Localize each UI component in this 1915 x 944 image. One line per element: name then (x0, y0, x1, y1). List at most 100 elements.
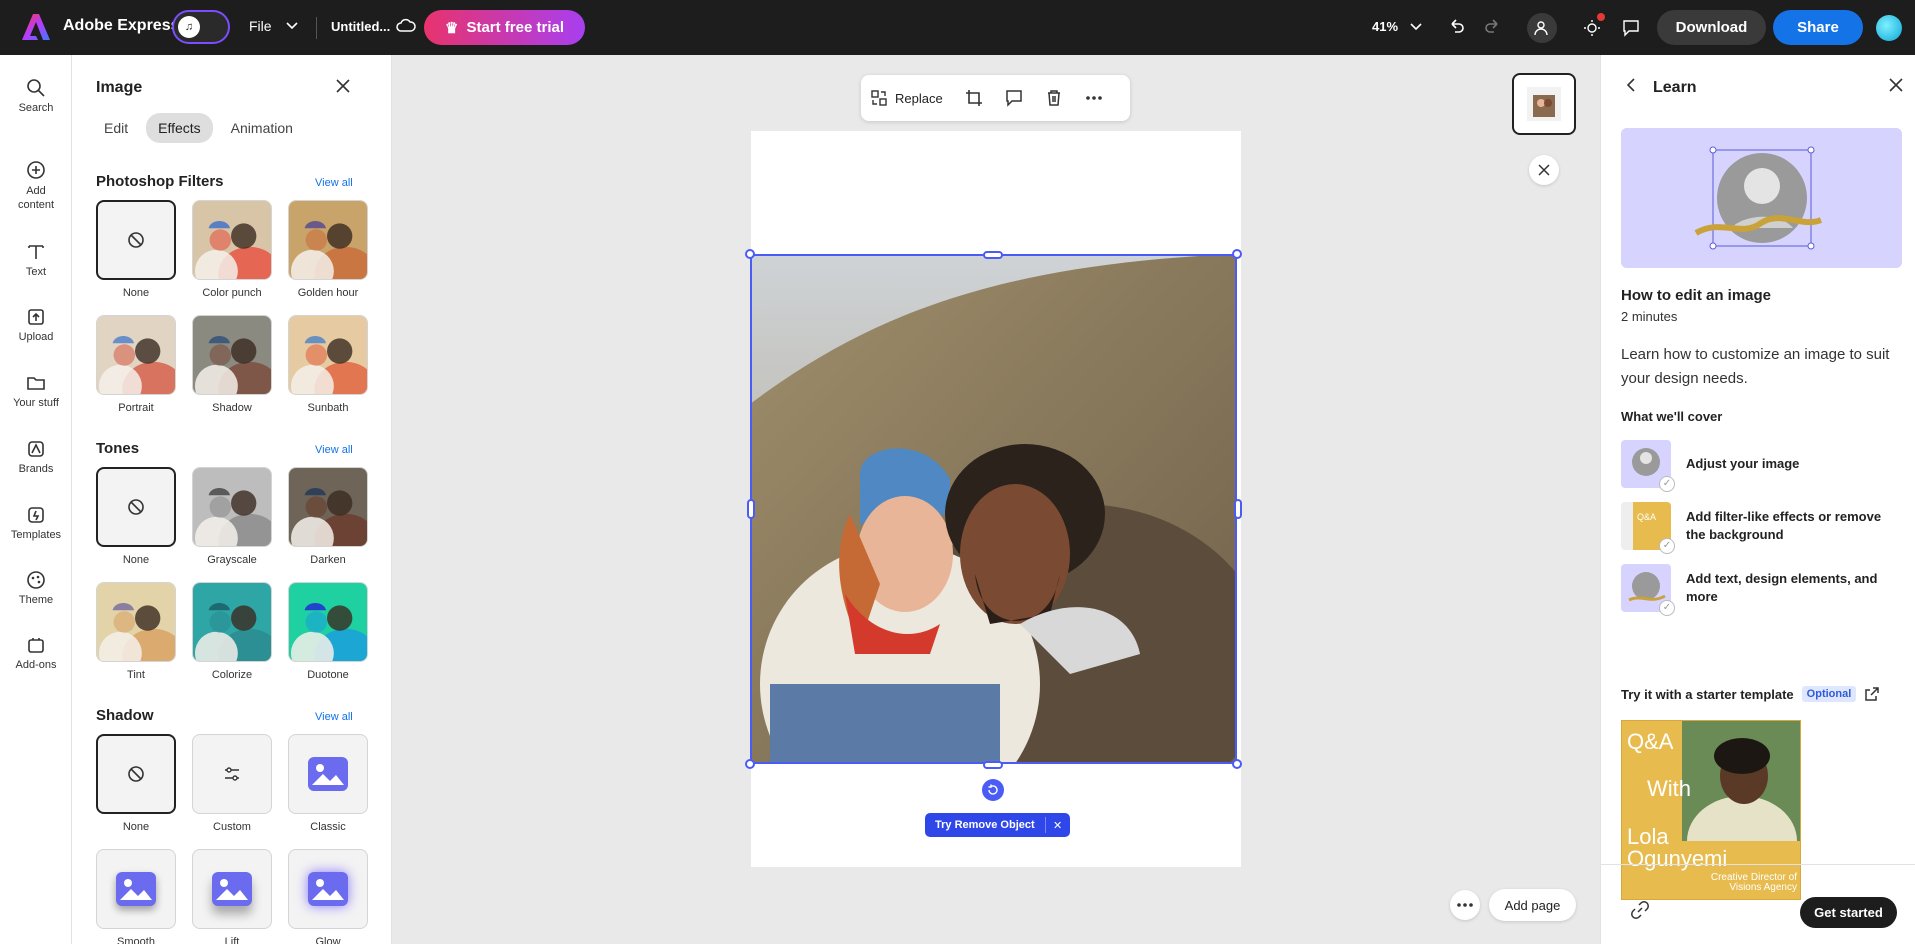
effect-thumbnail[interactable] (96, 467, 176, 547)
trash-icon[interactable] (1039, 83, 1069, 113)
download-button[interactable]: Download (1657, 10, 1766, 45)
collaborate-icon[interactable] (1527, 13, 1557, 43)
start-free-trial-button[interactable]: ♛ Start free trial (424, 10, 585, 45)
resize-handle[interactable] (747, 499, 755, 519)
effect-thumbnail[interactable] (288, 734, 368, 814)
resize-handle[interactable] (745, 249, 755, 259)
resize-handle[interactable] (745, 759, 755, 769)
effect-thumbnail[interactable] (96, 849, 176, 929)
effect-label: Glow (315, 936, 341, 944)
tutorial-step[interactable]: Q&A ✓ Add filter-like effects or remove … (1621, 502, 1901, 554)
effect-thumbnail[interactable] (192, 849, 272, 929)
rail-search[interactable]: Search (0, 78, 72, 114)
undo-icon[interactable] (1447, 16, 1467, 36)
resize-handle[interactable] (983, 251, 1003, 259)
effect-label: Classic (310, 821, 346, 833)
addons-icon (28, 638, 44, 653)
effect-thumbnail[interactable] (192, 582, 272, 662)
effect-thumbnail[interactable] (96, 582, 176, 662)
adobe-logo-icon[interactable] (22, 14, 50, 40)
effect-thumbnail[interactable] (96, 200, 176, 280)
rail-add-ons[interactable]: Add-ons (0, 635, 72, 671)
photo-preview (193, 316, 271, 394)
effect-thumbnail[interactable] (192, 734, 272, 814)
rail-upload[interactable]: Upload (0, 307, 72, 343)
tab-edit[interactable]: Edit (92, 113, 140, 143)
effect-label: Color punch (202, 287, 262, 299)
get-started-button[interactable]: Get started (1800, 897, 1897, 928)
effect-label: Custom (213, 821, 251, 833)
file-label: File (249, 18, 272, 34)
rail-text[interactable]: Text (0, 242, 72, 278)
file-menu[interactable]: File (249, 18, 298, 34)
replace-icon (871, 90, 887, 106)
selection-box (750, 254, 1237, 764)
starter-template-row: Try it with a starter template Optional (1621, 686, 1880, 702)
cover-title: What we'll cover (1621, 409, 1723, 424)
effect-thumbnail[interactable] (288, 315, 368, 395)
resize-handle[interactable] (983, 761, 1003, 769)
photo-preview (289, 201, 367, 279)
view-all-link[interactable]: View all (315, 177, 353, 189)
page-thumbnail[interactable] (1512, 73, 1576, 135)
mode-toggle[interactable]: ♫ (172, 10, 230, 44)
effect-thumbnail[interactable] (192, 315, 272, 395)
check-icon: ✓ (1659, 600, 1675, 616)
link-icon[interactable] (1631, 901, 1649, 919)
step-label: Add filter-like effects or remove the ba… (1686, 509, 1882, 542)
try-remove-object-button[interactable]: Try Remove Object (925, 817, 1046, 833)
rail-templates[interactable]: Templates (0, 505, 72, 541)
tab-effects[interactable]: Effects (146, 113, 213, 143)
resize-handle[interactable] (1232, 249, 1242, 259)
check-icon: ✓ (1659, 476, 1675, 492)
comments-icon[interactable] (1616, 13, 1646, 43)
redo-icon[interactable] (1482, 16, 1502, 36)
back-icon[interactable] (1623, 77, 1639, 93)
view-all-link[interactable]: View all (315, 444, 353, 456)
effect-label: Duotone (307, 669, 349, 681)
rail-brands[interactable]: Brands (0, 439, 72, 475)
crop-icon[interactable] (959, 83, 989, 113)
rail-your-stuff[interactable]: Your stuff (0, 373, 72, 409)
effect-thumbnail[interactable] (288, 582, 368, 662)
section-title: Tones (96, 440, 140, 457)
effect-thumbnail[interactable] (96, 734, 176, 814)
user-avatar[interactable] (1876, 15, 1902, 41)
rail-add-content[interactable]: Add content (0, 160, 72, 212)
effect-thumbnail[interactable] (288, 200, 368, 280)
sliders-icon (193, 735, 271, 813)
effect-thumbnail[interactable] (288, 467, 368, 547)
replace-button[interactable]: Replace (871, 90, 949, 106)
rail-theme[interactable]: Theme (0, 570, 72, 606)
tab-animation[interactable]: Animation (219, 113, 305, 143)
try-remove-object-pill: Try Remove Object ✕ (925, 813, 1070, 837)
more-options-icon[interactable] (1079, 83, 1109, 113)
effect-thumbnail[interactable] (288, 849, 368, 929)
tutorial-step[interactable]: ✓ Add text, design elements, and more (1621, 564, 1901, 616)
tutorial-step[interactable]: ✓ Adjust your image (1621, 440, 1901, 492)
effect-thumbnail[interactable] (192, 467, 272, 547)
tutorial-heading: How to edit an image (1621, 287, 1772, 304)
comment-icon[interactable] (999, 83, 1029, 113)
view-all-link[interactable]: View all (315, 711, 353, 723)
external-link-icon[interactable] (1864, 686, 1880, 702)
palette-icon (27, 571, 45, 589)
close-icon[interactable]: ✕ (1046, 819, 1070, 832)
zoom-control[interactable]: 41% (1372, 19, 1422, 34)
close-icon[interactable] (1888, 77, 1904, 93)
effect-thumbnail[interactable] (96, 315, 176, 395)
close-page-icon[interactable] (1529, 155, 1559, 185)
top-bar: Adobe Express ♫ File Untitled... ♛ Start… (0, 0, 1915, 55)
rail-label: Brands (18, 463, 54, 475)
add-page-button[interactable]: Add page (1489, 889, 1576, 921)
effect-thumbnail[interactable] (192, 200, 272, 280)
notifications-icon[interactable] (1577, 13, 1607, 43)
rotate-handle[interactable] (982, 779, 1004, 801)
share-button[interactable]: Share (1773, 10, 1863, 45)
resize-handle[interactable] (1232, 759, 1242, 769)
close-icon[interactable] (335, 78, 351, 94)
chevron-down-icon (1410, 22, 1422, 30)
resize-handle[interactable] (1234, 499, 1242, 519)
page-more-button[interactable] (1450, 890, 1480, 920)
document-title[interactable]: Untitled... (331, 19, 390, 34)
